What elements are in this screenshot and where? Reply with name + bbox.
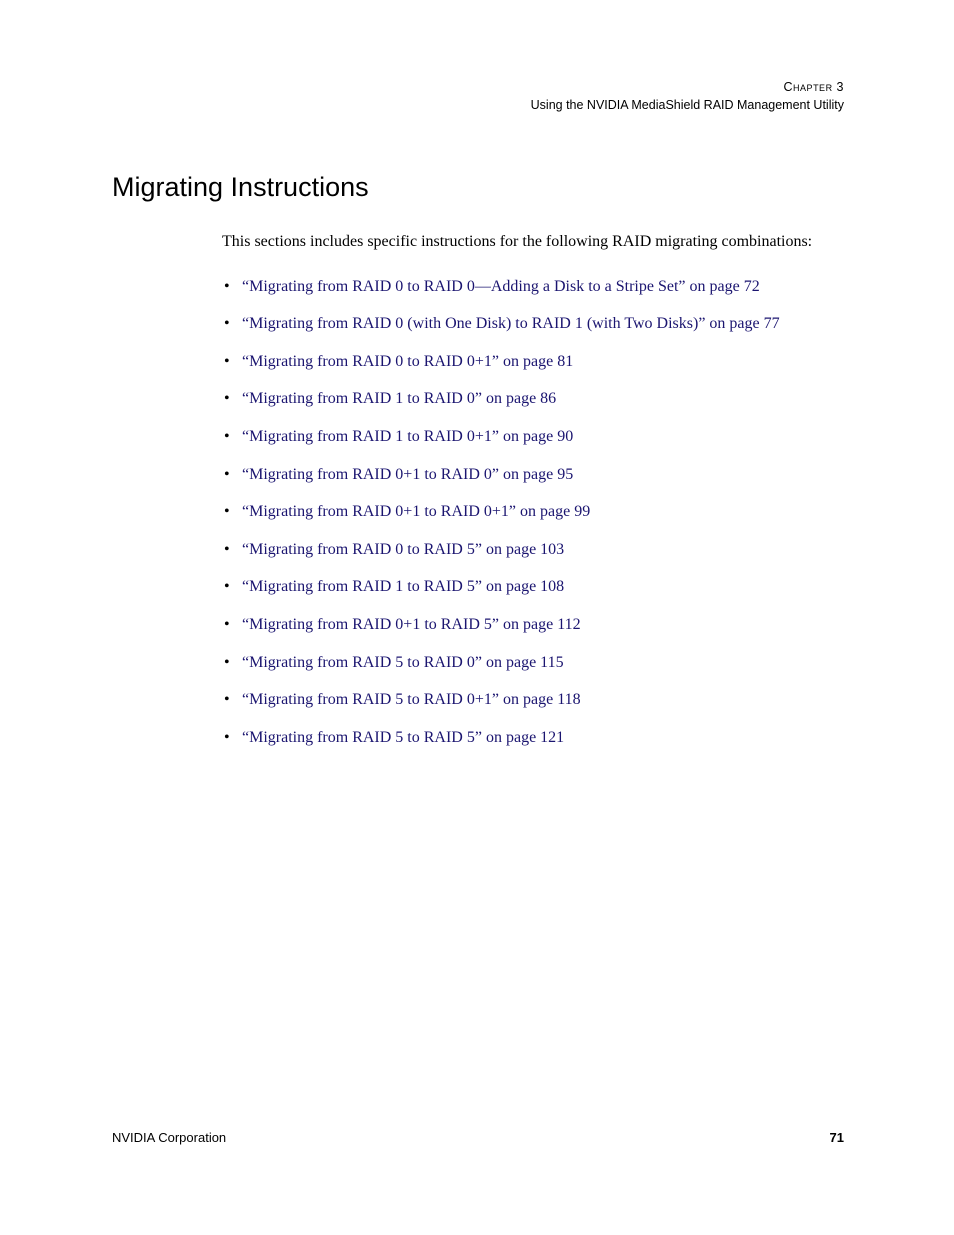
list-item: “Migrating from RAID 1 to RAID 0+1” on p… xyxy=(222,426,822,448)
chapter-number: Chapter 3 xyxy=(112,78,844,96)
xref-link[interactable]: “Migrating from RAID 5 to RAID 0” on pag… xyxy=(242,654,564,671)
list-item: “Migrating from RAID 0 (with One Disk) t… xyxy=(222,313,822,335)
list-item: “Migrating from RAID 0 to RAID 0—Adding … xyxy=(222,276,822,298)
page-number: 71 xyxy=(830,1130,844,1145)
document-page: Chapter 3 Using the NVIDIA MediaShield R… xyxy=(0,0,954,1235)
xref-list: “Migrating from RAID 0 to RAID 0—Adding … xyxy=(222,276,822,749)
list-item: “Migrating from RAID 0 to RAID 0+1” on p… xyxy=(222,351,822,373)
footer-company: NVIDIA Corporation xyxy=(112,1130,226,1145)
xref-link[interactable]: “Migrating from RAID 0 to RAID 0—Adding … xyxy=(242,278,760,295)
list-item: “Migrating from RAID 5 to RAID 5” on pag… xyxy=(222,727,822,749)
section-heading: Migrating Instructions xyxy=(112,172,844,203)
xref-link[interactable]: “Migrating from RAID 0+1 to RAID 5” on p… xyxy=(242,616,581,633)
chapter-title: Using the NVIDIA MediaShield RAID Manage… xyxy=(112,96,844,114)
page-footer: NVIDIA Corporation 71 xyxy=(112,1130,844,1145)
xref-link[interactable]: “Migrating from RAID 1 to RAID 0” on pag… xyxy=(242,390,556,407)
intro-paragraph: This sections includes specific instruct… xyxy=(222,231,822,253)
list-item: “Migrating from RAID 5 to RAID 0+1” on p… xyxy=(222,689,822,711)
xref-link[interactable]: “Migrating from RAID 5 to RAID 0+1” on p… xyxy=(242,691,581,708)
list-item: “Migrating from RAID 0+1 to RAID 0+1” on… xyxy=(222,501,822,523)
list-item: “Migrating from RAID 0+1 to RAID 0” on p… xyxy=(222,464,822,486)
xref-link[interactable]: “Migrating from RAID 0+1 to RAID 0+1” on… xyxy=(242,503,590,520)
xref-link[interactable]: “Migrating from RAID 0 to RAID 5” on pag… xyxy=(242,541,564,558)
list-item: “Migrating from RAID 1 to RAID 0” on pag… xyxy=(222,388,822,410)
xref-link[interactable]: “Migrating from RAID 1 to RAID 0+1” on p… xyxy=(242,428,573,445)
xref-link[interactable]: “Migrating from RAID 0+1 to RAID 0” on p… xyxy=(242,466,573,483)
list-item: “Migrating from RAID 5 to RAID 0” on pag… xyxy=(222,652,822,674)
running-header: Chapter 3 Using the NVIDIA MediaShield R… xyxy=(112,78,844,114)
xref-link[interactable]: “Migrating from RAID 1 to RAID 5” on pag… xyxy=(242,578,564,595)
xref-link[interactable]: “Migrating from RAID 5 to RAID 5” on pag… xyxy=(242,729,564,746)
list-item: “Migrating from RAID 0+1 to RAID 5” on p… xyxy=(222,614,822,636)
list-item: “Migrating from RAID 1 to RAID 5” on pag… xyxy=(222,576,822,598)
xref-link[interactable]: “Migrating from RAID 0 (with One Disk) t… xyxy=(242,315,780,332)
xref-link[interactable]: “Migrating from RAID 0 to RAID 0+1” on p… xyxy=(242,353,573,370)
list-item: “Migrating from RAID 0 to RAID 5” on pag… xyxy=(222,539,822,561)
body-content: This sections includes specific instruct… xyxy=(222,231,822,748)
